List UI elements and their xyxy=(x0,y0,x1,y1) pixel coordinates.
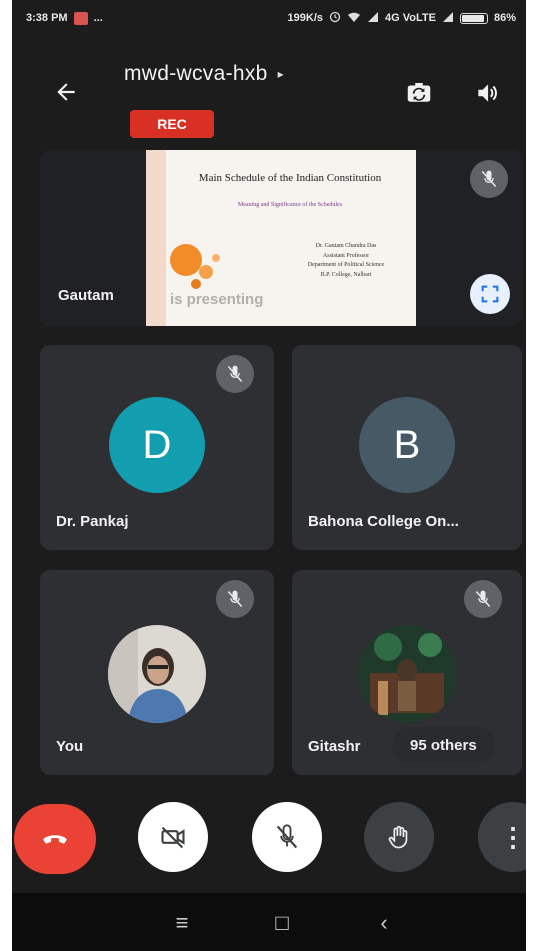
participant-name: Bahona College On... xyxy=(308,513,459,530)
wifi-icon xyxy=(347,11,361,26)
status-speed: 199K/s xyxy=(287,12,324,24)
camera-off-icon xyxy=(161,826,185,849)
system-nav-bar: ≡ □ ‹ xyxy=(12,893,526,951)
slide-author-line: Assistant Professor xyxy=(322,252,370,259)
muted-badge xyxy=(216,355,254,393)
network-label: 4G VoLTE xyxy=(385,12,436,24)
more-options-button[interactable]: ⋮ xyxy=(478,802,526,872)
signal-icon-2 xyxy=(442,11,454,26)
mic-off-icon xyxy=(227,365,243,382)
slide-author-line: Dr. Gautam Chandra Das xyxy=(315,243,377,249)
back-arrow-icon xyxy=(57,83,75,101)
participant-tile[interactable]: D Dr. Pankaj xyxy=(40,345,274,550)
call-controls: ⋮ xyxy=(12,800,526,880)
system-back-button[interactable]: ‹ xyxy=(364,905,404,941)
status-right: 199K/s 4G VoLTE 86% xyxy=(288,11,516,26)
status-bar: 3:38 PM ... 199K/s 4G VoLTE 86% xyxy=(12,0,526,36)
more-vert-icon: ⋮ xyxy=(500,821,526,852)
switch-camera-icon xyxy=(407,83,431,102)
slide-author-line: B.P. College, Nalbari xyxy=(320,271,372,278)
muted-badge xyxy=(464,580,502,618)
slide-title: Main Schedule of the Indian Constitution xyxy=(198,172,382,184)
avatar: B xyxy=(359,397,455,493)
toggle-camera-button[interactable] xyxy=(138,802,208,872)
hang-up-icon xyxy=(43,835,67,844)
presentation-tile[interactable]: Main Schedule of the Indian Constitution… xyxy=(40,150,522,326)
meeting-title[interactable]: mwd-wcva-hxb ▸ xyxy=(124,62,284,86)
others-count-button[interactable]: 95 others xyxy=(392,727,495,763)
caret-right-icon: ▸ xyxy=(277,67,284,81)
alarm-icon xyxy=(329,11,341,26)
mic-off-icon xyxy=(227,590,243,607)
phone-screen: 3:38 PM ... 199K/s 4G VoLTE 86% mwd-wcva… xyxy=(12,0,526,951)
raise-hand-button[interactable] xyxy=(364,802,434,872)
slide-author: Dr. Gautam Chandra Das Assistant Profess… xyxy=(286,242,406,280)
presenter-name: Gautam xyxy=(58,287,114,304)
avatar: D xyxy=(109,397,205,493)
top-bar: mwd-wcva-hxb ▸ REC xyxy=(12,50,526,140)
participant-name: Gitashr xyxy=(308,738,361,755)
fullscreen-button[interactable] xyxy=(470,274,510,314)
status-left: 3:38 PM ... xyxy=(26,11,103,25)
recent-apps-button[interactable]: ≡ xyxy=(162,905,202,941)
battery-fill xyxy=(461,14,485,22)
mic-off-icon xyxy=(475,590,491,607)
battery-percent: 86% xyxy=(493,12,516,24)
muted-badge xyxy=(216,580,254,618)
mic-off-icon xyxy=(276,824,298,849)
participant-name: You xyxy=(56,738,84,755)
slide-author-line: Department of Political Science xyxy=(307,262,385,269)
avatar-photo xyxy=(108,625,206,723)
fullscreen-icon xyxy=(481,285,499,303)
recording-badge: REC xyxy=(130,110,214,138)
presenting-label: is presenting xyxy=(170,291,264,308)
home-button[interactable]: □ xyxy=(262,905,302,941)
switch-camera-button[interactable] xyxy=(400,74,438,112)
hand-icon xyxy=(388,825,408,849)
back-arrow-button[interactable] xyxy=(48,74,84,110)
end-call-button[interactable] xyxy=(14,804,96,874)
mic-off-icon xyxy=(481,170,497,187)
notification-app-icon xyxy=(73,11,88,25)
audio-output-button[interactable] xyxy=(468,74,506,112)
participant-name: Dr. Pankaj xyxy=(56,513,129,530)
toggle-mic-button[interactable] xyxy=(252,802,322,872)
presenter-muted-badge xyxy=(470,160,508,198)
meeting-code: mwd-wcva-hxb xyxy=(124,62,268,85)
avatar-photo xyxy=(358,625,456,723)
speaker-icon xyxy=(478,84,497,102)
status-time: 3:38 PM xyxy=(26,12,68,24)
status-dots: ... xyxy=(93,12,103,24)
participant-tile[interactable]: B Bahona College On... xyxy=(292,345,522,550)
slide-subtitle: Meaning and Significance of the Schedule… xyxy=(237,202,343,208)
battery-icon xyxy=(459,12,488,24)
signal-icon xyxy=(367,11,379,26)
participant-tile-self[interactable]: You xyxy=(40,570,274,775)
